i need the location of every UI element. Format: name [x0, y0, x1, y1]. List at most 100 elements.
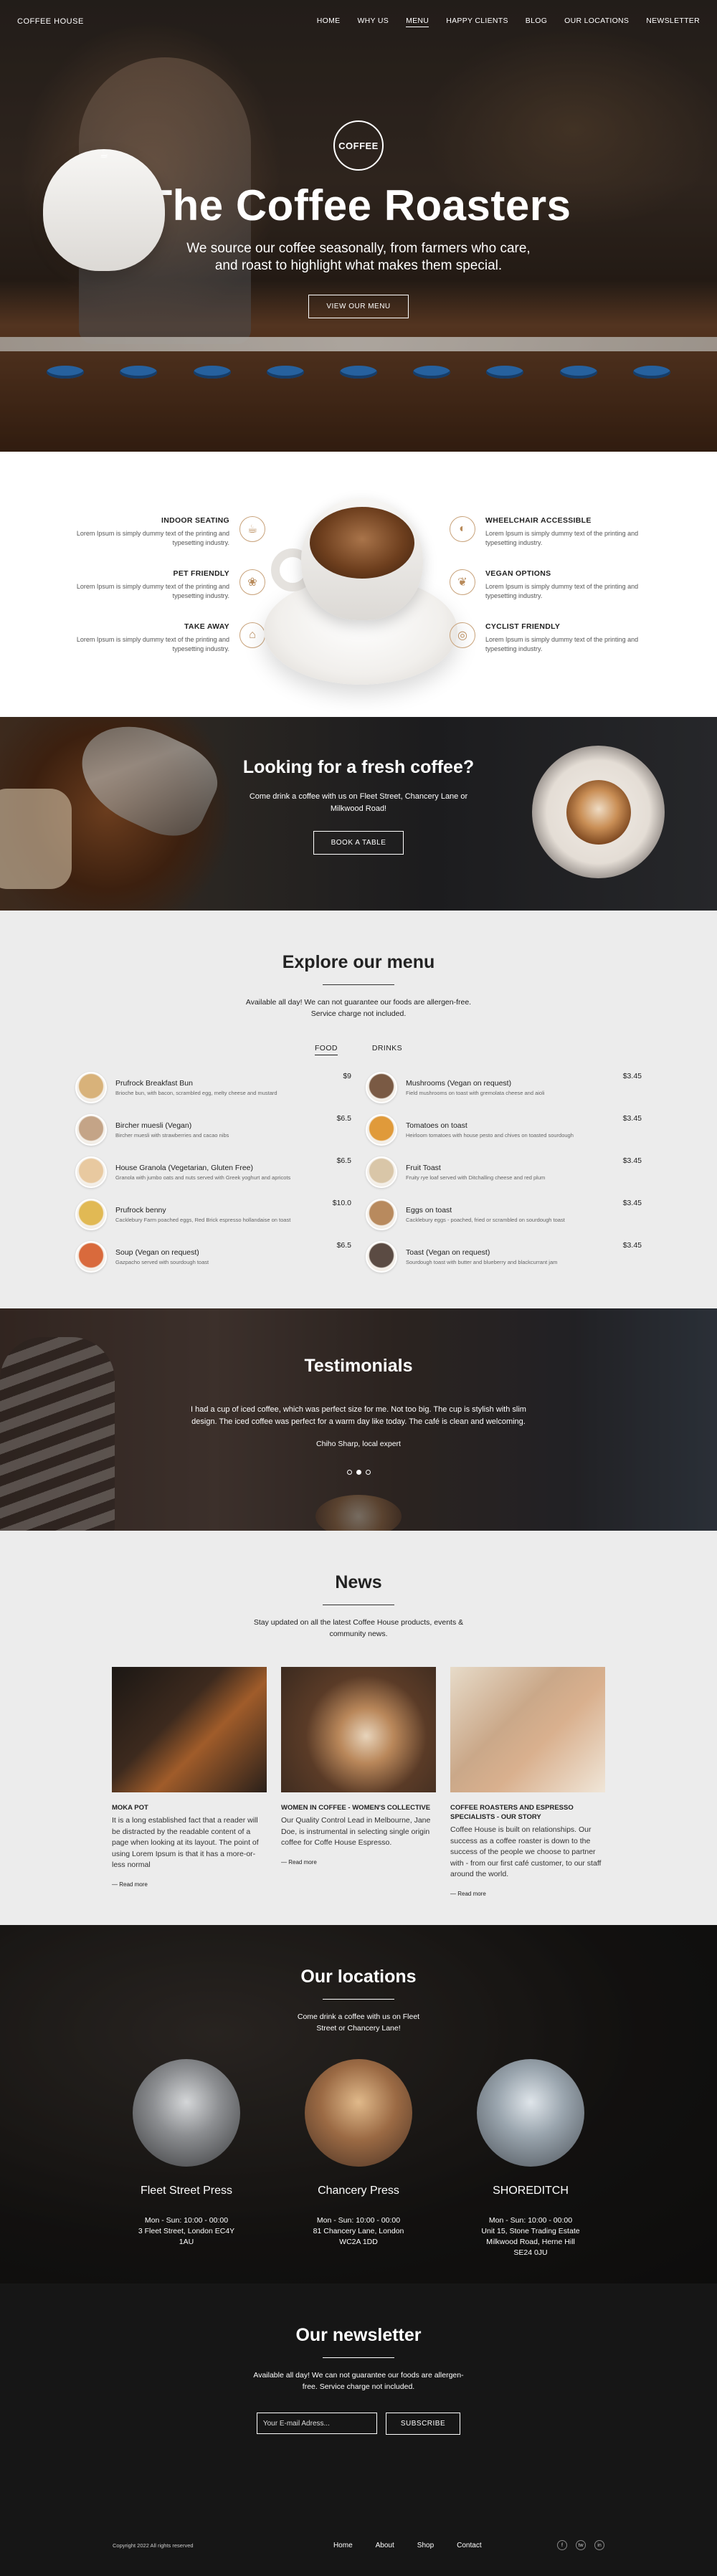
menu-item-text: Prufrock Breakfast Bun Brioche bun, with … — [115, 1079, 343, 1096]
menu-item-price: $6.5 — [336, 1114, 351, 1123]
linkedin-icon[interactable]: in — [594, 2540, 604, 2550]
testimonial-content: Testimonials I had a cup of iced coffee,… — [0, 1356, 717, 1475]
menu-item-image — [75, 1156, 107, 1188]
menu-item-desc: Cacklebury Farm poached eggs, Red Brick … — [115, 1216, 291, 1223]
coffee-cup-icon: ☕ — [43, 149, 165, 271]
nav-item-menu[interactable]: MENU — [406, 16, 429, 27]
locations-grid: Fleet Street Press Mon - Sun: 10:00 - 00… — [0, 2059, 717, 2258]
location-card: Chancery Press Mon - Sun: 10:00 - 00:00 … — [305, 2059, 412, 2258]
menu-item-text: Mushrooms (Vegan on request) Field mushro… — [406, 1079, 623, 1096]
menu-item[interactable]: Eggs on toast Cacklebury eggs - poached, … — [366, 1193, 642, 1235]
email-input[interactable] — [256, 2413, 377, 2434]
cafe-friends-image[interactable] — [450, 1667, 605, 1792]
menu-item-desc: Cacklebury eggs - poached, fried or scra… — [406, 1216, 565, 1223]
menu-item-text: Toast (Vegan on request) Sourdough toast … — [406, 1248, 623, 1265]
menu-item[interactable]: Prufrock benny Cacklebury Farm poached eg… — [75, 1193, 351, 1235]
read-more-link[interactable]: — Read more — [450, 1891, 605, 1897]
book-table-button[interactable]: BOOK A TABLE — [313, 831, 404, 855]
tab-food[interactable]: FOOD — [314, 1044, 338, 1055]
news-card-title[interactable]: WOMEN IN COFFEE - WOMEN'S COLLECTIVE — [281, 1803, 436, 1812]
nav-item-our-locations[interactable]: OUR LOCATIONS — [564, 16, 629, 27]
menu-item[interactable]: Fruit Toast Fruity rye loaf served with D… — [366, 1151, 642, 1193]
nav-item-home[interactable]: HOME — [317, 16, 341, 27]
feature-indoor-seating: INDOOR SEATING Lorem Ipsum is simply dum… — [65, 516, 265, 548]
menu-item-image — [366, 1071, 397, 1103]
menu-item[interactable]: Tomatoes on toast Heirloom tomatoes with … — [366, 1108, 642, 1151]
news-grid: MOKA POT It is a long established fact t… — [0, 1667, 717, 1897]
menu-item-image — [366, 1198, 397, 1230]
latte-art-image[interactable] — [281, 1667, 436, 1792]
menu-item[interactable]: Mushrooms (Vegan on request) Field mushro… — [366, 1066, 642, 1108]
tab-drinks[interactable]: DRINKS — [372, 1044, 402, 1055]
news-section: News Stay updated on all the latest Coff… — [0, 1531, 717, 1925]
nav-item-newsletter[interactable]: NEWSLETTER — [646, 16, 700, 27]
facebook-icon[interactable]: f — [557, 2540, 567, 2550]
read-more-link[interactable]: — Read more — [281, 1859, 436, 1866]
menu-item-price: $3.45 — [622, 1199, 642, 1207]
twitter-icon[interactable]: tw — [576, 2540, 586, 2550]
location-image[interactable] — [477, 2059, 584, 2167]
menu-item[interactable]: Prufrock Breakfast Bun Brioche bun, with … — [75, 1066, 351, 1108]
footer-link-contact[interactable]: Contact — [457, 2542, 481, 2549]
moka-pot-image[interactable] — [112, 1667, 267, 1792]
location-image[interactable] — [305, 2059, 412, 2167]
divider — [323, 2357, 394, 2358]
carousel-dot[interactable] — [346, 1470, 352, 1475]
menu-item-name: Prufrock benny — [115, 1205, 166, 1215]
view-menu-button[interactable]: VIEW OUR MENU — [308, 295, 409, 318]
footer-link-shop[interactable]: Shop — [417, 2542, 434, 2549]
menu-item-image — [75, 1198, 107, 1230]
menu-tabs: FOOD DRINKS — [0, 1044, 717, 1055]
feature-pet-friendly: PET FRIENDLY Lorem Ipsum is simply dummy… — [65, 569, 265, 601]
features-section: INDOOR SEATING Lorem Ipsum is simply dum… — [0, 452, 717, 717]
menu-item[interactable]: Toast (Vegan on request) Sourdough toast … — [366, 1235, 642, 1278]
menu-item-desc: Granola with jumbo oats and nuts served … — [115, 1174, 291, 1181]
menu-item-text: Eggs on toast Cacklebury eggs - poached, … — [406, 1206, 623, 1223]
feature-desc: Lorem Ipsum is simply dummy text of the … — [485, 583, 639, 599]
fresh-coffee-content: Looking for a fresh coffee? Come drink a… — [0, 757, 717, 855]
menu-item[interactable]: Soup (Vegan on request) Gazpacho served w… — [75, 1235, 351, 1278]
menu-section: Explore our menu Available all day! We c… — [0, 911, 717, 1308]
fresh-coffee-section: Looking for a fresh coffee? Come drink a… — [0, 717, 717, 911]
location-hours: Mon - Sun: 10:00 - 00:00 — [144, 2216, 229, 2225]
menu-item[interactable]: House Granola (Vegetarian, Gluten Free) G… — [75, 1151, 351, 1193]
menu-item[interactable]: Bircher muesli (Vegan) Bircher muesli wit… — [75, 1108, 351, 1151]
menu-item-name: Fruit Toast — [406, 1163, 441, 1172]
footer-link-about[interactable]: About — [376, 2542, 394, 2549]
menu-item-name: House Granola (Vegetarian, Gluten Free) — [115, 1163, 254, 1172]
news-card-title[interactable]: MOKA POT — [112, 1803, 267, 1812]
footer-link-home[interactable]: Home — [333, 2542, 353, 2549]
location-address: 3 Fleet Street, London EC4Y 1AU — [138, 2227, 235, 2246]
menu-item-name: Toast (Vegan on request) — [406, 1247, 490, 1257]
location-card: SHOREDITCH Mon - Sun: 10:00 - 00:00 Unit… — [477, 2059, 584, 2258]
menu-item-name: Bircher muesli (Vegan) — [115, 1121, 192, 1130]
location-address: Unit 15, Stone Trading Estate Milkwood R… — [481, 2227, 580, 2257]
news-card-title[interactable]: COFFEE ROASTERS AND ESPRESSO SPECIALISTS… — [450, 1803, 605, 1822]
feature-title: WHEELCHAIR ACCESSIBLE — [485, 516, 592, 525]
menu-item-image — [75, 1071, 107, 1103]
nav-item-why-us[interactable]: WHY US — [357, 16, 389, 27]
menu-item-text: Fruit Toast Fruity rye loaf served with D… — [406, 1164, 623, 1181]
footer-nav: Home About Shop Contact — [333, 2542, 482, 2549]
fresh-coffee-title: Looking for a fresh coffee? — [242, 757, 475, 777]
nav-item-blog[interactable]: BLOG — [526, 16, 547, 27]
menu-item-desc: Heirloom tomatoes with house pesto and c… — [406, 1131, 574, 1139]
menu-item-price: $10.0 — [332, 1199, 351, 1207]
subscribe-button[interactable]: SUBSCRIBE — [385, 2413, 461, 2435]
nav-item-happy-clients[interactable]: HAPPY CLIENTS — [446, 16, 508, 27]
carousel-dot-active[interactable] — [356, 1470, 361, 1475]
feature-desc: Lorem Ipsum is simply dummy text of the … — [485, 530, 639, 546]
brand-logo[interactable]: COFFEE HOUSE — [17, 17, 84, 26]
copyright-text: Copyright 2022 All rights reserved — [113, 2542, 194, 2549]
locations-title: Our locations — [300, 1967, 417, 1987]
testimonial-quote: I had a cup of iced coffee, which was pe… — [191, 1405, 526, 1426]
feature-title: INDOOR SEATING — [161, 516, 229, 525]
location-image[interactable] — [133, 2059, 240, 2167]
location-hours: Mon - Sun: 10:00 - 00:00 — [316, 2216, 401, 2225]
menu-item-desc: Bircher muesli with strawberries and cac… — [115, 1131, 229, 1139]
menu-item-name: Soup (Vegan on request) — [115, 1247, 199, 1257]
menu-item-name: Mushrooms (Vegan on request) — [406, 1078, 512, 1088]
testimonials-title: Testimonials — [304, 1356, 413, 1376]
read-more-link[interactable]: — Read more — [112, 1881, 267, 1888]
carousel-dot[interactable] — [365, 1470, 371, 1475]
